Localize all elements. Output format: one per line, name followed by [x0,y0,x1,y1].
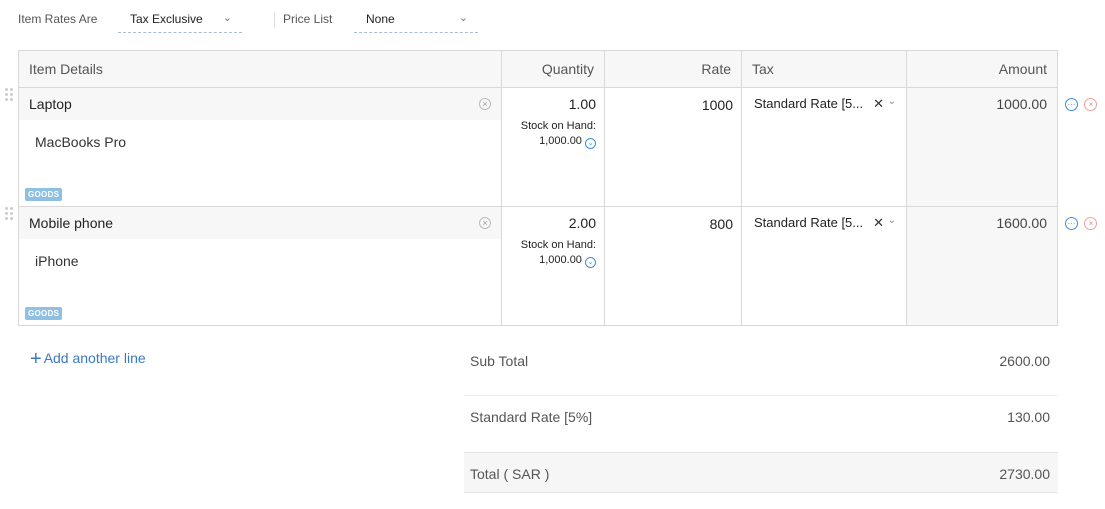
clear-icon[interactable]: ✕ [873,96,884,112]
stock-label: Stock on Hand: [520,120,596,132]
item-description[interactable]: MacBooks Pro [19,120,501,164]
stock-value-row: 1,000.00 ⌄ [502,135,596,149]
rate-input[interactable]: 800 [604,206,742,326]
amount-value: 1600.00 [906,206,1058,326]
item-name-input[interactable]: Laptop × [19,88,501,120]
col-quantity: Quantity [501,50,605,88]
tax-select[interactable]: Standard Rate [5... ✕ ⌄ [741,87,907,207]
more-options-icon[interactable]: ··· [1065,217,1078,230]
tax-label: Standard Rate [5%] [470,409,593,425]
totals-panel: Sub Total 2600.00 Standard Rate [5%] 130… [464,340,1058,493]
total-value: 2730.00 [999,466,1050,482]
clear-icon[interactable]: ✕ [873,215,884,231]
row-actions: ··· × [1065,213,1099,231]
plus-icon: + [30,348,42,370]
chevron-down-circle-icon[interactable]: ⌄ [585,257,596,268]
tax-row: Standard Rate [5%] 130.00 [464,396,1058,452]
more-options-icon[interactable]: ··· [1065,98,1078,111]
item-table: Item Details Quantity Rate Tax Amount La… [18,50,1058,326]
item-details-cell: Laptop × MacBooks Pro GOODS [18,87,502,207]
item-name-input[interactable]: Mobile phone × [19,207,501,239]
total-label: Total ( SAR ) [470,466,550,482]
item-details-cell: Mobile phone × iPhone GOODS [18,206,502,326]
item-name: Laptop [29,96,72,112]
stock-value: 1,000.00 [539,254,582,266]
price-list-select[interactable]: None ⌄ [354,8,478,33]
item-type-badge: GOODS [25,307,63,320]
chevron-down-icon: ⌄ [222,12,232,24]
quantity-input[interactable]: 2.00 [502,215,596,231]
total-row: Total ( SAR ) 2730.00 [464,452,1058,493]
col-amount: Amount [906,50,1058,88]
price-list-value: None [366,12,395,26]
add-line-label: Add another line [43,350,146,366]
price-list-label: Price List [283,12,333,26]
drag-handle-icon[interactable] [5,88,15,104]
delete-row-icon[interactable]: × [1084,217,1098,230]
clear-icon[interactable]: × [479,217,491,229]
table-row: Mobile phone × iPhone GOODS 2.00 Stock o… [18,206,1058,326]
item-type-badge: GOODS [25,188,63,201]
amount-value: 1000.00 [906,87,1058,207]
item-name: Mobile phone [29,215,114,231]
item-rates-select[interactable]: Tax Exclusive ⌄ [118,8,242,33]
sub-total-label: Sub Total [470,353,529,369]
tax-value: 130.00 [1007,409,1050,425]
col-rate: Rate [604,50,742,88]
item-rates-value: Tax Exclusive [130,12,203,26]
table-header: Item Details Quantity Rate Tax Amount [18,50,1058,88]
sub-total-value: 2600.00 [999,353,1050,369]
stock-value: 1,000.00 [539,135,582,147]
stock-label: Stock on Hand: [520,239,596,251]
sub-total-row: Sub Total 2600.00 [464,340,1058,396]
chevron-down-circle-icon[interactable]: ⌄ [585,138,596,149]
tax-value: Standard Rate [5... [754,215,864,230]
quantity-input[interactable]: 1.00 [502,96,596,112]
add-another-line-button[interactable]: + Add another line [30,348,146,371]
tax-select[interactable]: Standard Rate [5... ✕ ⌄ [741,206,907,326]
item-description[interactable]: iPhone [19,239,501,283]
rate-input[interactable]: 1000 [604,87,742,207]
delete-row-icon[interactable]: × [1084,98,1098,111]
chevron-down-icon: ⌄ [887,96,896,107]
table-row: Laptop × MacBooks Pro GOODS 1.00 Stock o… [18,87,1058,207]
stock-value-row: 1,000.00 ⌄ [502,254,596,268]
chevron-down-icon: ⌄ [887,215,896,226]
item-settings-bar: Item Rates Are Tax Exclusive ⌄ Price Lis… [0,8,500,34]
col-item-details: Item Details [18,50,502,88]
quantity-cell: 2.00 Stock on Hand: 1,000.00 ⌄ [501,206,605,326]
tax-value: Standard Rate [5... [754,96,864,111]
item-rates-label: Item Rates Are [18,12,98,26]
row-actions: ··· × [1065,94,1099,112]
col-tax: Tax [741,50,907,88]
chevron-down-icon: ⌄ [458,12,468,24]
clear-icon[interactable]: × [479,98,491,110]
divider [274,12,275,28]
quantity-cell: 1.00 Stock on Hand: 1,000.00 ⌄ [501,87,605,207]
drag-handle-icon[interactable] [5,207,15,223]
